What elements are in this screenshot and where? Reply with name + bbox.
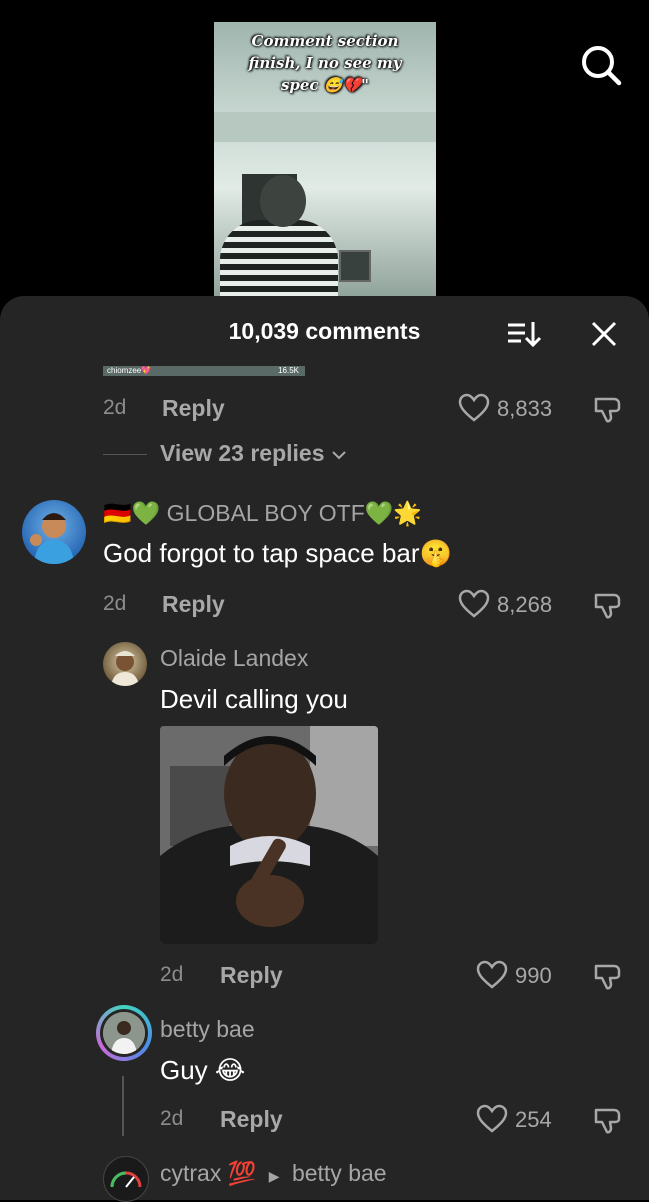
dislike-icon[interactable] xyxy=(592,393,624,425)
heart-icon[interactable] xyxy=(458,589,490,619)
sort-icon xyxy=(508,322,542,348)
avatar[interactable] xyxy=(103,642,147,686)
divider xyxy=(103,454,147,455)
avatar xyxy=(103,1012,145,1054)
chevron-down-icon xyxy=(332,451,346,460)
heart-icon[interactable] xyxy=(458,393,490,423)
avatar-story-ring[interactable] xyxy=(96,1005,152,1061)
reply-arrow-icon: ▶ xyxy=(268,1168,280,1184)
heart-icon[interactable] xyxy=(476,960,508,990)
video-caption-line: spec 😅💔" xyxy=(280,76,369,94)
reply-button[interactable]: Reply xyxy=(220,1106,283,1133)
view-replies-button[interactable]: View 23 replies xyxy=(160,440,347,467)
video-person-head xyxy=(260,175,306,227)
avatar[interactable] xyxy=(103,1156,149,1202)
attached-video-strip[interactable]: chiomzee💖 16.5K xyxy=(103,366,305,376)
username[interactable]: Olaide Landex xyxy=(160,645,308,672)
video-preview[interactable]: Comment section finish, I no see my spec… xyxy=(214,22,436,298)
comment-time: 2d xyxy=(160,1107,184,1130)
comment-count-title: 10,039 comments xyxy=(228,318,421,344)
video-wall-frame xyxy=(339,250,371,282)
username[interactable]: cytrax 💯 xyxy=(160,1160,256,1186)
close-button[interactable] xyxy=(588,318,620,350)
comment-text: God forgot to tap space bar🤫 xyxy=(103,538,452,568)
comment-time: 2d xyxy=(103,396,127,419)
strip-count: 16.5K xyxy=(278,366,299,375)
video-ceiling xyxy=(214,112,436,142)
like-count: 990 xyxy=(515,963,552,988)
close-icon xyxy=(591,321,617,347)
pointing-man-image xyxy=(160,726,378,944)
avatar[interactable] xyxy=(22,500,86,564)
username[interactable]: 🇩🇪💚 GLOBAL BOY OTF💚🌟 xyxy=(103,500,422,527)
video-caption-line: finish, I no see my xyxy=(248,54,402,72)
reply-header: cytrax 💯 ▶ betty bae xyxy=(160,1160,387,1187)
search-icon xyxy=(582,46,622,86)
attached-image[interactable] xyxy=(160,726,378,944)
cartoon-avatar-icon xyxy=(30,513,74,564)
reply-button[interactable]: Reply xyxy=(162,591,225,618)
person-avatar-icon xyxy=(111,651,139,686)
reply-to-username[interactable]: betty bae xyxy=(292,1160,387,1186)
heart-icon[interactable] xyxy=(476,1104,508,1134)
comment-text: Guy 😂 xyxy=(160,1055,246,1085)
gauge-avatar-icon xyxy=(110,1171,142,1188)
comment-text: Devil calling you xyxy=(160,684,348,714)
like-count: 254 xyxy=(515,1107,552,1132)
dislike-icon[interactable] xyxy=(592,589,624,621)
thread-connector-line xyxy=(122,1076,124,1136)
dislike-icon[interactable] xyxy=(592,1104,624,1136)
comment-time: 2d xyxy=(160,963,184,986)
sort-button[interactable] xyxy=(506,318,542,350)
reply-button[interactable]: Reply xyxy=(162,395,225,422)
dislike-icon[interactable] xyxy=(592,960,624,992)
comment-time: 2d xyxy=(103,592,127,615)
strip-username: chiomzee💖 xyxy=(107,366,152,375)
person-avatar-icon xyxy=(103,1012,145,1054)
username[interactable]: betty bae xyxy=(160,1016,255,1043)
video-person-shirt xyxy=(220,220,338,298)
video-caption-line: Comment section xyxy=(251,32,399,50)
like-count: 8,833 xyxy=(497,396,553,421)
reply-button[interactable]: Reply xyxy=(220,962,283,989)
search-button[interactable] xyxy=(578,42,624,88)
view-replies-label: View 23 replies xyxy=(160,440,325,466)
like-count: 8,268 xyxy=(497,592,553,617)
video-caption: Comment section finish, I no see my spec… xyxy=(214,30,436,96)
